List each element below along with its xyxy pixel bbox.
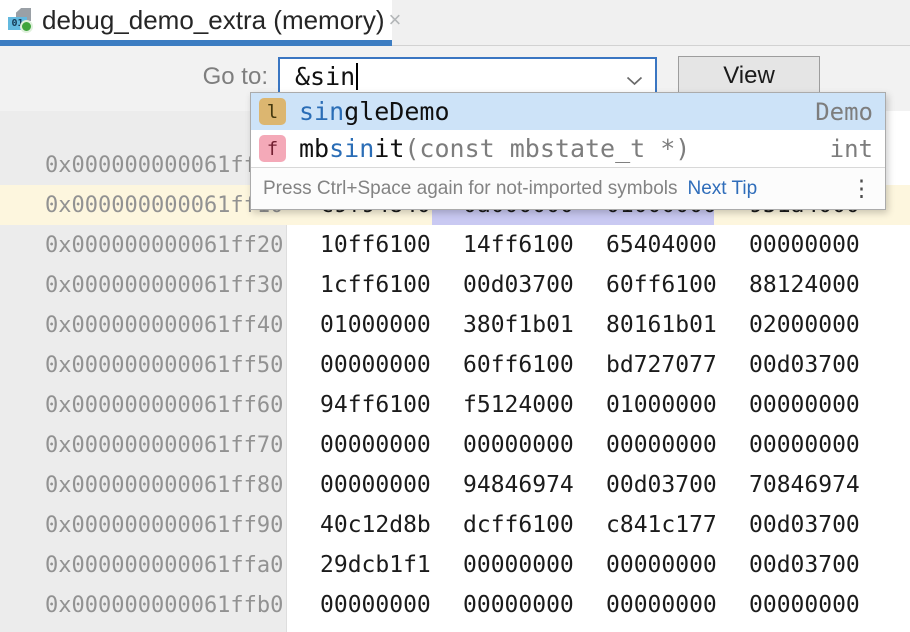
memory-cell[interactable]: 94846974 xyxy=(463,472,606,498)
memory-cell[interactable]: 00000000 xyxy=(463,592,606,618)
memory-values: 29dcb1f1000000000000000000d03700 xyxy=(287,552,892,578)
goto-label: Go to: xyxy=(150,63,268,91)
memory-rows: 0x000000000061ff000x000000000061ff10c9f9… xyxy=(0,145,910,625)
completion-popup: l singleDemo Demo f mbsinit(const mbstat… xyxy=(250,92,886,210)
memory-cell[interactable]: 65404000 xyxy=(606,232,749,258)
memory-address: 0x000000000061ff60 xyxy=(0,393,287,418)
memory-cell[interactable]: 14ff6100 xyxy=(463,232,606,258)
memory-cell[interactable]: 00000000 xyxy=(749,232,892,258)
memory-cell[interactable]: 00000000 xyxy=(320,472,463,498)
completion-hint-text: Press Ctrl+Space again for not-imported … xyxy=(263,178,677,200)
memory-cell[interactable]: 00000000 xyxy=(320,352,463,378)
memory-cell[interactable]: 60ff6100 xyxy=(606,272,749,298)
memory-values: 0000000060ff6100bd72707700d03700 xyxy=(287,352,892,378)
memory-cell[interactable]: 88124000 xyxy=(749,272,892,298)
memory-cell[interactable]: 00000000 xyxy=(606,592,749,618)
memory-address: 0x000000000061ff80 xyxy=(0,473,287,498)
memory-cell[interactable]: dcff6100 xyxy=(463,512,606,538)
memory-cell[interactable]: 380f1b01 xyxy=(463,312,606,338)
memory-cell[interactable]: 00000000 xyxy=(749,592,892,618)
memory-address: 0x000000000061ff20 xyxy=(0,233,287,258)
memory-cell[interactable]: 00d03700 xyxy=(606,472,749,498)
completion-item-singleDemo[interactable]: l singleDemo Demo xyxy=(251,93,885,130)
text-caret xyxy=(356,63,358,90)
memory-cell[interactable]: c841c177 xyxy=(606,512,749,538)
memory-cell[interactable]: f5124000 xyxy=(463,392,606,418)
memory-cell[interactable]: 02000000 xyxy=(749,312,892,338)
goto-input-value: &sin xyxy=(295,62,355,91)
tab-title: debug_demo_extra (memory) xyxy=(42,5,385,36)
memory-address: 0x000000000061ff00 xyxy=(0,153,287,178)
memory-row: 0x000000000061ff2010ff610014ff6100654040… xyxy=(0,225,910,265)
memory-values: 40c12d8bdcff6100c841c17700d03700 xyxy=(287,512,892,538)
close-icon[interactable]: × xyxy=(385,7,406,33)
memory-cell[interactable]: 00d03700 xyxy=(463,272,606,298)
memory-cell[interactable]: 00000000 xyxy=(320,592,463,618)
memory-values: 10ff610014ff61006540400000000000 xyxy=(287,232,892,258)
memory-address: 0x000000000061ffb0 xyxy=(0,593,287,618)
memory-cell[interactable]: 00d03700 xyxy=(749,352,892,378)
completion-item-mbsinit[interactable]: f mbsinit(const mbstate_t *) int xyxy=(251,130,885,167)
memory-cell[interactable]: 00000000 xyxy=(749,432,892,458)
memory-cell[interactable]: 10ff6100 xyxy=(320,232,463,258)
kebab-menu-icon[interactable]: ⋮ xyxy=(850,177,873,200)
memory-row: 0x000000000061ff301cff610000d0370060ff61… xyxy=(0,265,910,305)
memory-cell[interactable]: 00000000 xyxy=(606,432,749,458)
chevron-down-icon[interactable] xyxy=(626,73,643,91)
memory-values: 00000000000000000000000000000000 xyxy=(287,432,892,458)
memory-cell[interactable]: 80161b01 xyxy=(606,312,749,338)
memory-values: 000000009484697400d0370070846974 xyxy=(287,472,892,498)
memory-cell[interactable]: 29dcb1f1 xyxy=(320,552,463,578)
completion-label: singleDemo xyxy=(299,97,450,126)
memory-values: 1cff610000d0370060ff610088124000 xyxy=(287,272,892,298)
view-button-label: View xyxy=(723,62,775,90)
memory-values: 00000000000000000000000000000000 xyxy=(287,592,892,618)
memory-address: 0x000000000061ff70 xyxy=(0,433,287,458)
running-indicator-dot xyxy=(20,20,33,33)
view-button[interactable]: View xyxy=(678,56,820,96)
variable-icon: l xyxy=(259,98,286,125)
memory-cell[interactable]: 00d03700 xyxy=(749,552,892,578)
memory-address: 0x000000000061ff50 xyxy=(0,353,287,378)
memory-address: 0x000000000061ff90 xyxy=(0,513,287,538)
memory-cell[interactable]: 01000000 xyxy=(606,392,749,418)
memory-cell[interactable]: bd727077 xyxy=(606,352,749,378)
memory-row: 0x000000000061ff500000000060ff6100bd7270… xyxy=(0,345,910,385)
memory-cell[interactable]: 01000000 xyxy=(320,312,463,338)
memory-values: 01000000380f1b0180161b0102000000 xyxy=(287,312,892,338)
memory-cell[interactable]: 40c12d8b xyxy=(320,512,463,538)
memory-values: 94ff6100f51240000100000000000000 xyxy=(287,392,892,418)
memory-address: 0x000000000061ff10 xyxy=(0,193,287,218)
memory-cell[interactable]: 60ff6100 xyxy=(463,352,606,378)
memory-address: 0x000000000061ff40 xyxy=(0,313,287,338)
memory-row: 0x000000000061ff6094ff6100f5124000010000… xyxy=(0,385,910,425)
memory-cell[interactable]: 00000000 xyxy=(606,552,749,578)
completion-footer: Press Ctrl+Space again for not-imported … xyxy=(251,167,885,209)
memory-cell[interactable]: 00000000 xyxy=(749,392,892,418)
memory-view-icon: 01 xyxy=(8,7,33,33)
tab-debug-demo-extra-memory[interactable]: 01 debug_demo_extra (memory) × xyxy=(0,0,392,46)
memory-cell[interactable]: 1cff6100 xyxy=(320,272,463,298)
memory-cell[interactable]: 00000000 xyxy=(320,432,463,458)
memory-row: 0x000000000061ffb00000000000000000000000… xyxy=(0,585,910,625)
memory-cell[interactable]: 00000000 xyxy=(463,432,606,458)
completion-type: int xyxy=(830,135,873,163)
function-icon: f xyxy=(259,135,286,162)
memory-address: 0x000000000061ffa0 xyxy=(0,553,287,578)
memory-row: 0x000000000061ff700000000000000000000000… xyxy=(0,425,910,465)
memory-cell[interactable]: 94ff6100 xyxy=(320,392,463,418)
memory-row: 0x000000000061ffa029dcb1f100000000000000… xyxy=(0,545,910,585)
completion-label: mbsinit(const mbstate_t *) xyxy=(299,134,690,163)
memory-row: 0x000000000061ff4001000000380f1b0180161b… xyxy=(0,305,910,345)
memory-cell[interactable]: 00d03700 xyxy=(749,512,892,538)
memory-address: 0x000000000061ff30 xyxy=(0,273,287,298)
tab-bar: 01 debug_demo_extra (memory) × xyxy=(0,0,910,46)
memory-row: 0x000000000061ff80000000009484697400d037… xyxy=(0,465,910,505)
memory-row: 0x000000000061ff9040c12d8bdcff6100c841c1… xyxy=(0,505,910,545)
goto-combobox-input[interactable]: &sin xyxy=(278,57,657,96)
memory-cell[interactable]: 00000000 xyxy=(463,552,606,578)
memory-cell[interactable]: 70846974 xyxy=(749,472,892,498)
next-tip-link[interactable]: Next Tip xyxy=(687,178,757,200)
completion-type: Demo xyxy=(815,98,873,126)
